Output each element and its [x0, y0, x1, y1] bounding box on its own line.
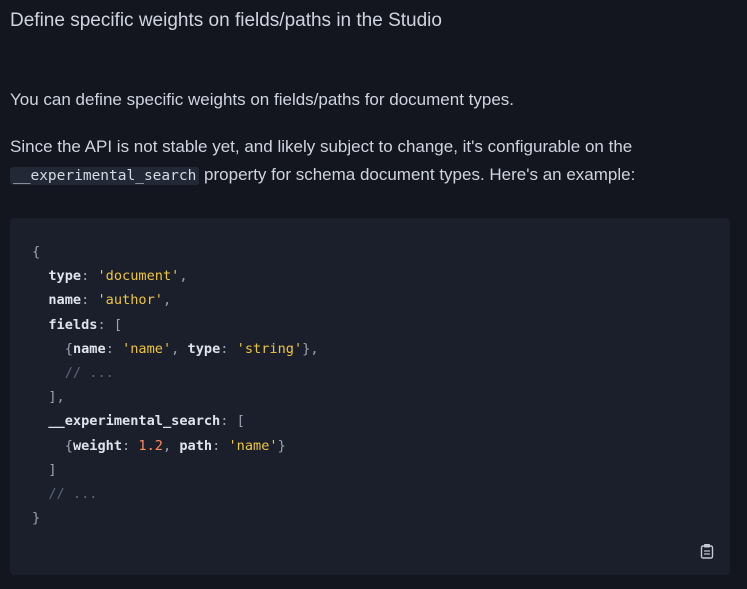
code-token: : [122, 437, 139, 454]
code-line: fields: [ [32, 313, 319, 337]
code-token: 'name' [228, 437, 278, 454]
code-token: ] [48, 461, 57, 478]
code-token: , [179, 268, 188, 285]
clipboard-icon [700, 544, 714, 559]
code-token: 'document' [97, 268, 180, 285]
code-token: }, [302, 340, 319, 357]
code-content: { type: 'document', name: 'author', fiel… [32, 240, 319, 530]
code-token: : [ [220, 413, 245, 430]
code-line: } [32, 506, 319, 530]
code-line: type: 'document', [32, 264, 319, 288]
code-line: ], [32, 385, 319, 409]
code-token: path [179, 437, 213, 454]
code-token: name [72, 340, 106, 357]
intro-paragraph: You can define specific weights on field… [10, 90, 515, 109]
code-token: type [187, 340, 221, 357]
code-line: // ... [32, 482, 319, 506]
code-token: } [32, 510, 41, 527]
code-line: name: 'author', [32, 288, 319, 312]
code-token: 1.2 [138, 437, 163, 454]
code-token: , [162, 292, 172, 309]
code-token: weight [72, 437, 123, 454]
code-token: type [48, 268, 82, 285]
code-line: __experimental_search: [ [32, 409, 319, 433]
code-line: {name: 'name', type: 'string'}, [32, 337, 319, 361]
code-token: fields [48, 316, 98, 333]
code-token: 'author' [97, 292, 163, 309]
paragraph-text-before: Since the API is not stable yet, and lik… [10, 137, 633, 156]
section-heading: Define specific weights on fields/paths … [10, 10, 442, 31]
code-token: 'string' [236, 340, 303, 357]
code-token: : [ [97, 316, 123, 333]
code-token: // ... [64, 364, 114, 381]
code-token: : [81, 268, 98, 285]
code-line: ] [32, 458, 319, 482]
code-token: __experimental_search [48, 413, 221, 430]
code-token: , [162, 437, 180, 454]
code-token: , [171, 340, 188, 357]
inline-code: __experimental_search [10, 167, 200, 185]
code-line: { [32, 240, 319, 264]
code-token: 'name' [122, 340, 172, 357]
code-token: : [220, 340, 237, 357]
config-paragraph: Since the API is not stable yet, and lik… [10, 133, 740, 190]
code-line: // ... [32, 361, 319, 385]
code-token: { [64, 437, 73, 454]
code-token: } [277, 437, 286, 454]
paragraph-text-after: property for schema document types. Here… [199, 165, 636, 184]
code-token: // ... [48, 485, 98, 502]
code-token: ], [48, 389, 65, 406]
code-line: {weight: 1.2, path: 'name'} [32, 434, 319, 458]
code-block: { type: 'document', name: 'author', fiel… [10, 218, 730, 575]
copy-code-button[interactable] [700, 543, 714, 559]
code-token: { [64, 340, 73, 357]
code-token: : [105, 340, 123, 357]
code-token: : [81, 292, 98, 309]
code-token: { [32, 244, 41, 260]
code-token: name [48, 292, 82, 309]
code-token: : [212, 437, 229, 454]
